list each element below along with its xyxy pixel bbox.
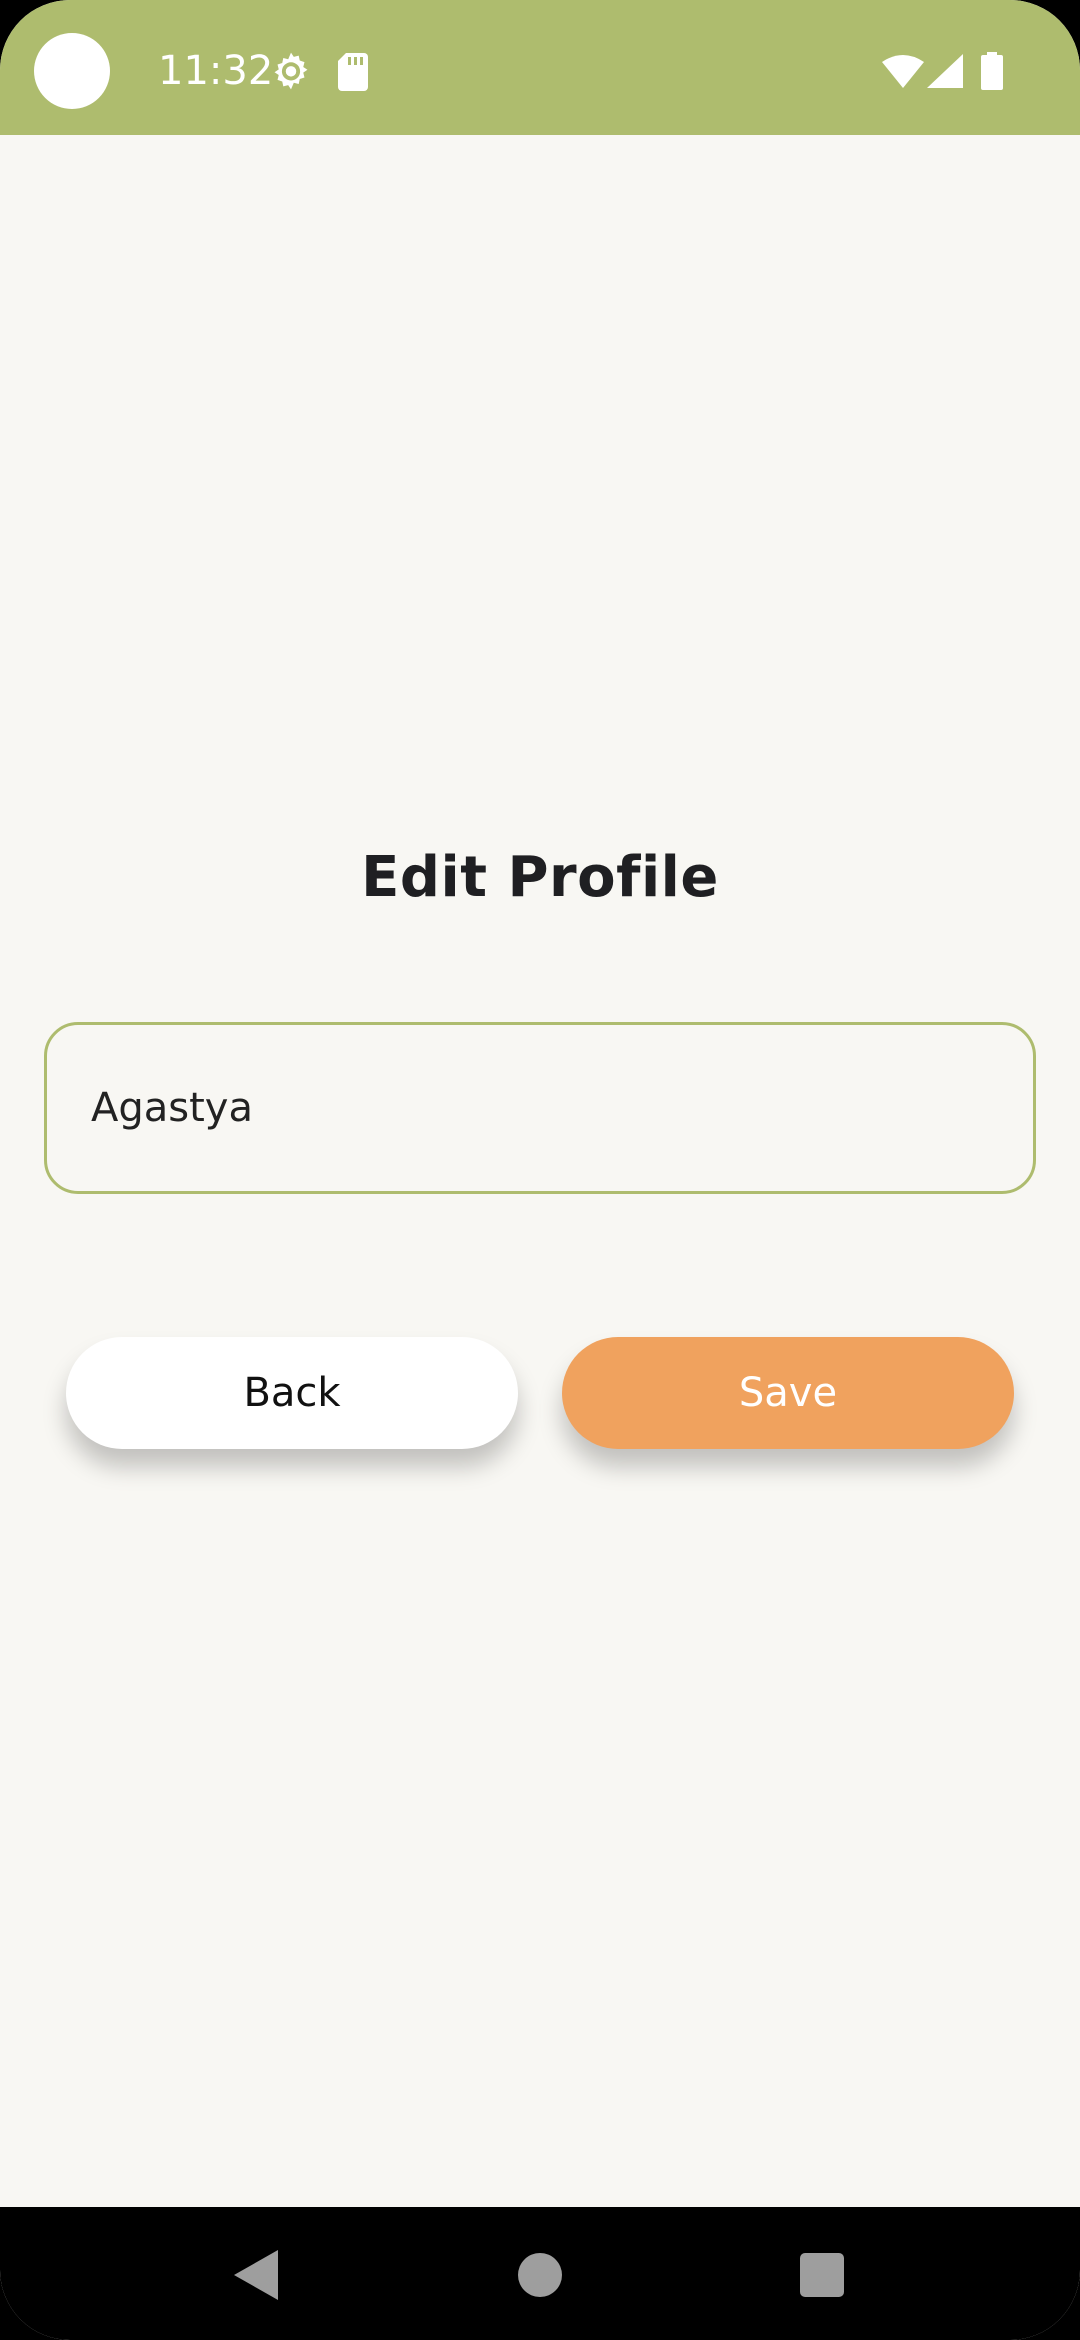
- back-triangle-icon[interactable]: [234, 2250, 278, 2300]
- sd-card-icon: [338, 53, 368, 91]
- recents-square-icon[interactable]: [800, 2253, 844, 2297]
- settings-gear-icon: [274, 52, 308, 90]
- status-bar: 11:32: [0, 0, 1080, 135]
- name-field[interactable]: [44, 1022, 1036, 1194]
- status-time: 11:32: [158, 48, 274, 94]
- phone-screen: 11:32 Edit Profile Back Save: [0, 0, 1080, 2340]
- page-title: Edit Profile: [361, 845, 719, 910]
- navigation-bar: [0, 2207, 1080, 2340]
- camera-cutout: [34, 33, 110, 109]
- wifi-icon: [882, 55, 924, 88]
- back-button[interactable]: Back: [66, 1337, 518, 1449]
- battery-icon: [981, 52, 1003, 90]
- home-circle-icon[interactable]: [518, 2253, 562, 2297]
- name-input[interactable]: [47, 1025, 1033, 1191]
- cell-signal-icon: [927, 54, 963, 88]
- save-button[interactable]: Save: [562, 1337, 1014, 1449]
